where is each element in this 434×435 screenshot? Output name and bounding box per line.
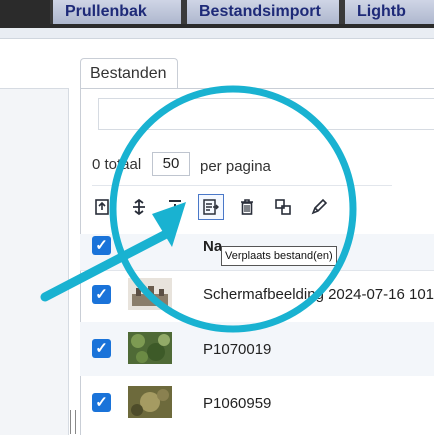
file-thumbnail	[128, 386, 172, 418]
select-all-checkbox[interactable]: ✓	[92, 236, 111, 255]
tab-bestandsimport[interactable]: Bestandsimport	[184, 0, 342, 24]
export-icon[interactable]	[90, 194, 116, 220]
row-checkbox[interactable]: ✓	[92, 285, 111, 304]
collapse-down-icon[interactable]	[162, 194, 188, 220]
search-input[interactable]	[98, 98, 434, 130]
tab-prullenbak[interactable]: Prullenbak	[50, 0, 184, 24]
total-count: 0 totaal	[92, 156, 142, 173]
move-files-icon[interactable]	[198, 194, 224, 220]
per-page-input[interactable]: 50	[152, 152, 190, 176]
tab-lightbox[interactable]: Lightb	[342, 0, 434, 24]
column-header-name[interactable]: Na	[203, 238, 222, 255]
header-strip	[0, 28, 434, 39]
left-panel	[0, 88, 69, 435]
copy-icon[interactable]	[270, 194, 296, 220]
file-name[interactable]: P1060959	[203, 395, 271, 412]
file-thumbnail	[128, 332, 172, 364]
trash-icon[interactable]	[234, 194, 260, 220]
row-checkbox[interactable]: ✓	[92, 339, 111, 358]
per-page-label: per pagina	[200, 158, 271, 175]
tab-bestanden[interactable]: Bestanden	[80, 58, 178, 88]
move-tree-icon[interactable]	[126, 194, 152, 220]
file-name[interactable]: Schermafbeelding 2024-07-16 101	[203, 286, 434, 303]
top-tab-bar: Prullenbak Bestandsimport Lightb	[0, 0, 434, 28]
tooltip: Verplaats bestand(en)	[221, 246, 337, 266]
divider	[92, 185, 392, 186]
edit-pencil-icon[interactable]	[306, 194, 332, 220]
file-thumbnail	[128, 278, 172, 310]
file-name[interactable]: P1070019	[203, 341, 271, 358]
panel-resize-handle[interactable]	[70, 410, 76, 434]
row-checkbox[interactable]: ✓	[92, 393, 111, 412]
